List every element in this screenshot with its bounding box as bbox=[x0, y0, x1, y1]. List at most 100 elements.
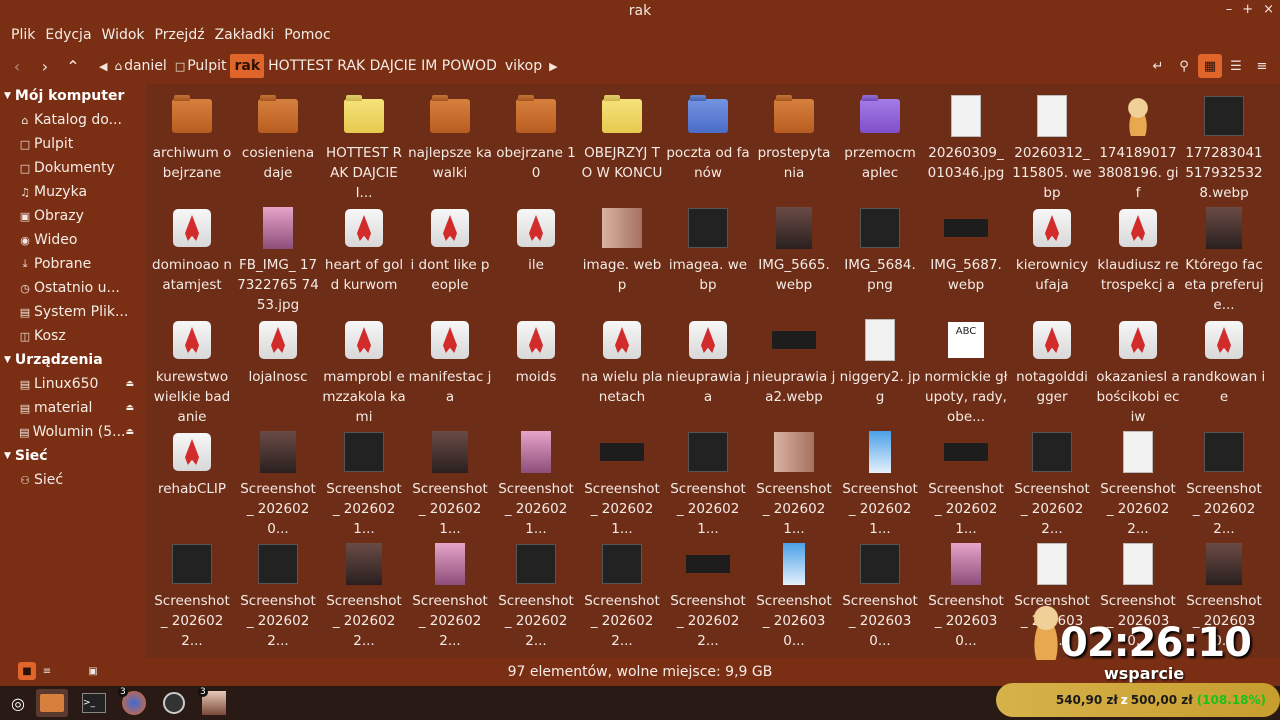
breadcrumb-current[interactable]: rak bbox=[230, 54, 265, 78]
file-item[interactable]: 20260309_ 010346.jpg bbox=[923, 92, 1009, 204]
sidebar-item-videos[interactable]: ◉ Wideo bbox=[0, 228, 146, 252]
file-item[interactable]: Screenshot _ 2026020... bbox=[235, 428, 321, 540]
search-icon[interactable]: ⚲ bbox=[1172, 54, 1196, 78]
icon-view-icon[interactable]: ▦ bbox=[1198, 54, 1222, 78]
file-item[interactable]: Screenshot _ 2026022... bbox=[407, 540, 493, 652]
file-item[interactable]: obejrzane 10 bbox=[493, 92, 579, 204]
breadcrumb-left-arrow-icon[interactable]: ◀ bbox=[96, 60, 110, 73]
sidebar-item-material[interactable]: ▤ material ⏏ bbox=[0, 396, 146, 420]
sidebar-item-linux650[interactable]: ▤ Linux650 ⏏ bbox=[0, 372, 146, 396]
file-item[interactable]: FB_IMG_ 177322765 7453.jpg bbox=[235, 204, 321, 316]
sidebar-item-home[interactable]: ⌂ Katalog do... bbox=[0, 108, 146, 132]
file-item[interactable]: przemocm aplec bbox=[837, 92, 923, 204]
file-item[interactable]: Screenshot _ 2026022... bbox=[1181, 428, 1267, 540]
file-item[interactable]: i dont like people bbox=[407, 204, 493, 316]
file-item[interactable]: mamprobl emzzakola kami bbox=[321, 316, 407, 428]
file-item[interactable]: IMG_5665. webp bbox=[751, 204, 837, 316]
menu-go[interactable]: Przejdź bbox=[150, 27, 210, 43]
up-icon[interactable]: ⌃ bbox=[60, 53, 86, 79]
file-item[interactable]: Screenshot _ 2026022... bbox=[149, 540, 235, 652]
list-view-icon[interactable]: ☰ bbox=[1224, 54, 1248, 78]
file-item[interactable]: najlepsze kawalki bbox=[407, 92, 493, 204]
file-item[interactable]: archiwum obejrzane bbox=[149, 92, 235, 204]
file-item[interactable]: Screenshot _ 2026022... bbox=[1095, 428, 1181, 540]
file-item[interactable]: dominoao natamjest bbox=[149, 204, 235, 316]
file-item[interactable]: Screenshot _ 2026021... bbox=[493, 428, 579, 540]
file-item[interactable]: kurewstwo wielkie badanie bbox=[149, 316, 235, 428]
menu-file[interactable]: Plik bbox=[6, 27, 40, 43]
sidebar-item-music[interactable]: ♫ Muzyka bbox=[0, 180, 146, 204]
sidebar-item-recent[interactable]: ◷ Ostatnio u... bbox=[0, 276, 146, 300]
file-item[interactable]: Screenshot _ 2026022... bbox=[665, 540, 751, 652]
file-item[interactable]: Screenshot _ 2026021... bbox=[407, 428, 493, 540]
forward-icon[interactable]: › bbox=[32, 53, 58, 79]
breadcrumb-desktop[interactable]: □ Pulpit bbox=[171, 54, 231, 78]
file-item[interactable]: ile bbox=[493, 204, 579, 316]
file-item[interactable]: OBEJRZYJ TO W KONCU bbox=[579, 92, 665, 204]
sidebar-item-network[interactable]: ⚇ Sieć bbox=[0, 468, 146, 492]
file-item[interactable]: na wielu planetach bbox=[579, 316, 665, 428]
file-item[interactable]: 174189017 3808196. gif bbox=[1095, 92, 1181, 204]
file-item[interactable]: cosieniena daje bbox=[235, 92, 321, 204]
file-item[interactable]: okazaniesl abościkobi eciw bbox=[1095, 316, 1181, 428]
sidebar-item-documents[interactable]: □ Dokumenty bbox=[0, 156, 146, 180]
file-item[interactable]: Screenshot _ 2026030... bbox=[837, 540, 923, 652]
sidebar-section-computer[interactable]: ▼ Mój komputer bbox=[0, 84, 146, 108]
menu-edit[interactable]: Edycja bbox=[40, 27, 96, 43]
file-item[interactable]: Screenshot _ 2026021... bbox=[837, 428, 923, 540]
file-item[interactable]: Którego faceta preferuje... bbox=[1181, 204, 1267, 316]
breadcrumb-hottest[interactable]: HOTTEST RAK DAJCIE IM POWOD bbox=[264, 54, 501, 78]
eject-icon[interactable]: ⏏ bbox=[125, 403, 134, 413]
file-item[interactable]: Screenshot _ 2026030... bbox=[923, 540, 1009, 652]
file-item[interactable]: rehabCLIP bbox=[149, 428, 235, 540]
file-item[interactable]: poczta od fanów bbox=[665, 92, 751, 204]
sidebar-item-trash[interactable]: ◫ Kosz bbox=[0, 324, 146, 348]
file-item[interactable]: klaudiusz retrospekcj a bbox=[1095, 204, 1181, 316]
image-viewer-icon[interactable]: 3 bbox=[198, 687, 230, 717]
file-item[interactable]: imagea. webp bbox=[665, 204, 751, 316]
file-manager-icon[interactable] bbox=[36, 689, 68, 717]
close-button[interactable]: × bbox=[1263, 2, 1274, 17]
file-item[interactable]: randkowan ie bbox=[1181, 316, 1267, 428]
file-item[interactable]: HOTTEST RAK DAJCIE I... bbox=[321, 92, 407, 204]
file-item[interactable]: heart of gold kurwom bbox=[321, 204, 407, 316]
minimize-button[interactable]: – bbox=[1226, 2, 1233, 17]
file-item[interactable]: moids bbox=[493, 316, 579, 428]
file-item[interactable]: niggery2. jpg bbox=[837, 316, 923, 428]
eject-icon[interactable]: ⏏ bbox=[125, 379, 134, 389]
file-item[interactable]: lojalnosc bbox=[235, 316, 321, 428]
breadcrumb-vikop[interactable]: vikop bbox=[501, 54, 546, 78]
file-item[interactable]: Screenshot _ 2026021... bbox=[751, 428, 837, 540]
file-item[interactable]: nieuprawia ja bbox=[665, 316, 751, 428]
maximize-button[interactable]: + bbox=[1242, 2, 1253, 17]
menu-help[interactable]: Pomoc bbox=[279, 27, 335, 43]
breadcrumb-right-arrow-icon[interactable]: ▶ bbox=[546, 60, 560, 73]
file-item[interactable]: Screenshot _ 2026021... bbox=[321, 428, 407, 540]
file-item[interactable]: ABC normickie głupoty, rady, obe... bbox=[923, 316, 1009, 428]
file-item[interactable]: IMG_5687. webp bbox=[923, 204, 1009, 316]
menu-bookmarks[interactable]: Zakładki bbox=[210, 27, 280, 43]
file-item[interactable]: Screenshot _ 2026021... bbox=[923, 428, 1009, 540]
sidebar-item-volume[interactable]: ▤ Wolumin (5... ⏏ bbox=[0, 420, 146, 444]
file-item[interactable]: IMG_5684. png bbox=[837, 204, 923, 316]
firefox-icon[interactable]: 3 bbox=[118, 687, 150, 717]
breadcrumb-home[interactable]: ⌂ daniel bbox=[110, 54, 170, 78]
file-item[interactable]: Screenshot _ 2026022... bbox=[579, 540, 665, 652]
sidebar-item-desktop[interactable]: □ Pulpit bbox=[0, 132, 146, 156]
sidebar-item-filesystem[interactable]: ▤ System Plik... bbox=[0, 300, 146, 324]
file-item[interactable]: kierownicy ufaja bbox=[1009, 204, 1095, 316]
path-toggle-icon[interactable]: ↵ bbox=[1146, 54, 1170, 78]
file-item[interactable]: manifestac ja bbox=[407, 316, 493, 428]
menu-icon[interactable]: ◎ bbox=[2, 689, 34, 717]
compact-view-icon[interactable]: ≡ bbox=[1250, 54, 1274, 78]
obs-icon[interactable] bbox=[158, 689, 190, 717]
sidebar-section-devices[interactable]: ▼ Urządzenia bbox=[0, 348, 146, 372]
menu-view[interactable]: Widok bbox=[97, 27, 150, 43]
file-item[interactable]: Screenshot _ 2026030... bbox=[751, 540, 837, 652]
file-item[interactable]: Screenshot _ 2026021... bbox=[579, 428, 665, 540]
file-item[interactable]: 20260312_ 115805. webp bbox=[1009, 92, 1095, 204]
file-item[interactable]: prostepyta nia bbox=[751, 92, 837, 204]
file-item[interactable]: nieuprawia ja2.webp bbox=[751, 316, 837, 428]
file-item[interactable]: image. webp bbox=[579, 204, 665, 316]
sidebar-item-pictures[interactable]: ▣ Obrazy bbox=[0, 204, 146, 228]
